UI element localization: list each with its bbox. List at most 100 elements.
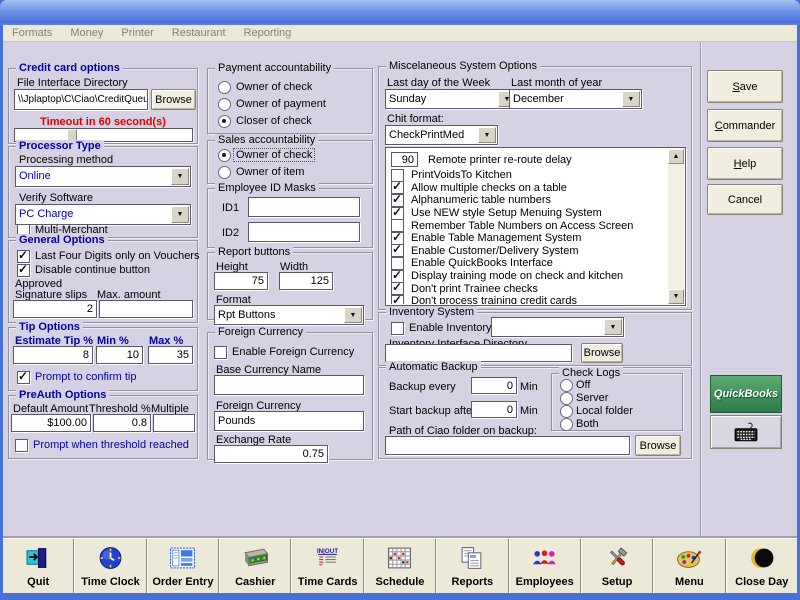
processing-method-combo[interactable]: Online — [15, 166, 191, 187]
keyboard-icon — [731, 418, 761, 447]
threshold-input[interactable]: 0.8 — [93, 414, 151, 432]
quickbooks-button[interactable]: QuickBooks — [710, 375, 782, 413]
menu-printer[interactable]: Printer — [112, 27, 162, 39]
id1-input[interactable] — [248, 197, 360, 217]
toolbar-button-quit[interactable]: Quit — [3, 539, 74, 593]
estimate-tip-input[interactable]: 8 — [13, 346, 93, 364]
owner-of-check-label: Owner of check — [236, 81, 312, 93]
toolbar-button-schedule[interactable]: Schedule — [364, 539, 436, 593]
option-label: Alphanumeric table numbers — [411, 194, 551, 206]
reroute-delay-input[interactable]: 90 — [391, 152, 418, 167]
misc-option-row[interactable]: PrintVoidsTo Kitchen — [391, 169, 666, 182]
toolbar-label: Employees — [516, 576, 574, 588]
check-logs-off-radio[interactable] — [560, 379, 573, 392]
menu-restaurant[interactable]: Restaurant — [163, 27, 235, 39]
height-input[interactable]: 75 — [214, 272, 268, 290]
chevron-down-icon[interactable] — [171, 168, 189, 185]
start-backup-input[interactable]: 0 — [471, 401, 517, 418]
disable-continue-checkbox[interactable] — [17, 264, 30, 277]
id2-input[interactable] — [248, 222, 360, 242]
help-button[interactable]: Help — [707, 147, 783, 180]
inventory-system-group: Inventory System Enable Inventory Invent… — [378, 312, 692, 366]
prompt-confirm-tip-checkbox[interactable] — [17, 371, 30, 384]
toolbar-button-menu[interactable]: Menu — [653, 539, 725, 593]
check-logs-both-radio[interactable] — [560, 418, 573, 431]
misc-option-row[interactable]: Enable Customer/Delivery System — [391, 245, 666, 258]
format-combo[interactable]: Rpt Buttons — [214, 305, 364, 325]
toolbar-button-time-clock[interactable]: Time Clock — [74, 539, 146, 593]
chevron-down-icon[interactable] — [478, 127, 496, 143]
menu-reporting[interactable]: Reporting — [235, 27, 301, 39]
commander-button[interactable]: Commander — [707, 109, 783, 142]
misc-option-row[interactable]: Don't print Trainee checks — [391, 282, 666, 295]
cancel-button[interactable]: Cancel — [707, 184, 783, 215]
check-logs-server-radio[interactable] — [560, 392, 573, 405]
max-amount-input[interactable] — [99, 300, 193, 318]
toolbar-button-order-entry[interactable]: Order Entry — [147, 539, 219, 593]
option-checkbox[interactable] — [391, 244, 404, 257]
misc-option-row[interactable]: Alphanumeric table numbers — [391, 194, 666, 207]
backup-every-input[interactable]: 0 — [471, 377, 517, 394]
file-interface-directory-input[interactable]: \\Jplaptop\C\Ciao\CreditQueue — [14, 89, 148, 110]
option-checkbox[interactable] — [391, 295, 404, 304]
sales-owner-of-check-radio[interactable] — [218, 149, 231, 162]
max-percent-input[interactable]: 35 — [148, 346, 193, 364]
base-currency-input[interactable] — [214, 375, 364, 395]
verify-software-combo[interactable]: PC Charge — [15, 204, 191, 225]
misc-option-row[interactable]: Enable QuickBooks Interface — [391, 257, 666, 270]
inventory-combo[interactable] — [491, 317, 624, 337]
scroll-up-icon[interactable] — [668, 149, 684, 164]
chevron-down-icon[interactable] — [622, 91, 640, 107]
chit-format-combo[interactable]: CheckPrintMed — [385, 125, 498, 145]
misc-option-row[interactable]: Display training mode on check and kitch… — [391, 270, 666, 283]
save-button[interactable]: Save — [707, 70, 783, 103]
misc-option-row[interactable]: Don't process training credit cards — [391, 295, 666, 304]
backup-path-input[interactable] — [385, 436, 630, 455]
signature-slips-input[interactable]: 2 — [13, 300, 97, 318]
closer-of-check-radio[interactable] — [218, 115, 231, 128]
min-percent-input[interactable]: 10 — [96, 346, 143, 364]
foreign-currency-input[interactable]: Pounds — [214, 411, 364, 431]
backup-every-unit: Min — [520, 381, 538, 393]
toolbar-label: Setup — [602, 576, 633, 588]
misc-option-row[interactable]: Enable Table Management System — [391, 232, 666, 245]
inventory-browse-button[interactable]: Browse — [581, 343, 623, 363]
menu-formats[interactable]: Formats — [3, 27, 61, 39]
owner-of-check-radio[interactable] — [218, 81, 231, 94]
toolbar-button-setup[interactable]: Setup — [581, 539, 653, 593]
menu-bar: Formats Money Printer Restaurant Reporti… — [3, 25, 797, 42]
default-amount-input[interactable]: $100.00 — [11, 414, 91, 432]
toolbar-button-cashier[interactable]: Cashier — [219, 539, 291, 593]
inventory-directory-input[interactable] — [385, 344, 572, 362]
last-day-combo[interactable]: Sunday — [385, 89, 518, 109]
scrollbar[interactable] — [668, 149, 684, 304]
id1-label: ID1 — [222, 202, 239, 214]
check-logs-local-radio[interactable] — [560, 405, 573, 418]
misc-option-row[interactable]: Use NEW style Setup Menuing System — [391, 207, 666, 220]
misc-option-row[interactable]: Allow multiple checks on a table — [391, 182, 666, 195]
toolbar-button-employees[interactable]: Employees — [509, 539, 581, 593]
enable-foreign-currency-checkbox[interactable] — [214, 346, 227, 359]
toolbar-button-time-cards[interactable]: IN|OUT Time Cards — [291, 539, 363, 593]
misc-option-row[interactable]: Remember Table Numbers on Access Screen — [391, 219, 666, 232]
chevron-down-icon[interactable] — [344, 307, 362, 323]
prompt-threshold-checkbox[interactable] — [15, 439, 28, 452]
last-month-combo[interactable]: December — [509, 89, 642, 109]
credit-browse-button[interactable]: Browse — [151, 89, 196, 110]
exchange-rate-input[interactable]: 0.75 — [214, 445, 328, 463]
enable-inventory-checkbox[interactable] — [391, 322, 404, 335]
chevron-down-icon[interactable] — [604, 319, 622, 335]
sales-owner-of-item-radio[interactable] — [218, 166, 231, 179]
title-bar[interactable] — [0, 0, 800, 25]
width-input[interactable]: 125 — [279, 272, 333, 290]
backup-browse-button[interactable]: Browse — [635, 435, 681, 456]
toolbar-button-reports[interactable]: Reports — [436, 539, 508, 593]
chevron-down-icon[interactable] — [171, 206, 189, 223]
option-checkbox[interactable] — [391, 207, 404, 220]
scroll-down-icon[interactable] — [668, 289, 684, 304]
toolbar-button-close-day[interactable]: Close Day — [726, 539, 797, 593]
menu-money[interactable]: Money — [61, 27, 112, 39]
keyboard-button[interactable] — [710, 415, 782, 449]
multiple-input[interactable] — [153, 414, 195, 432]
owner-of-payment-radio[interactable] — [218, 98, 231, 111]
